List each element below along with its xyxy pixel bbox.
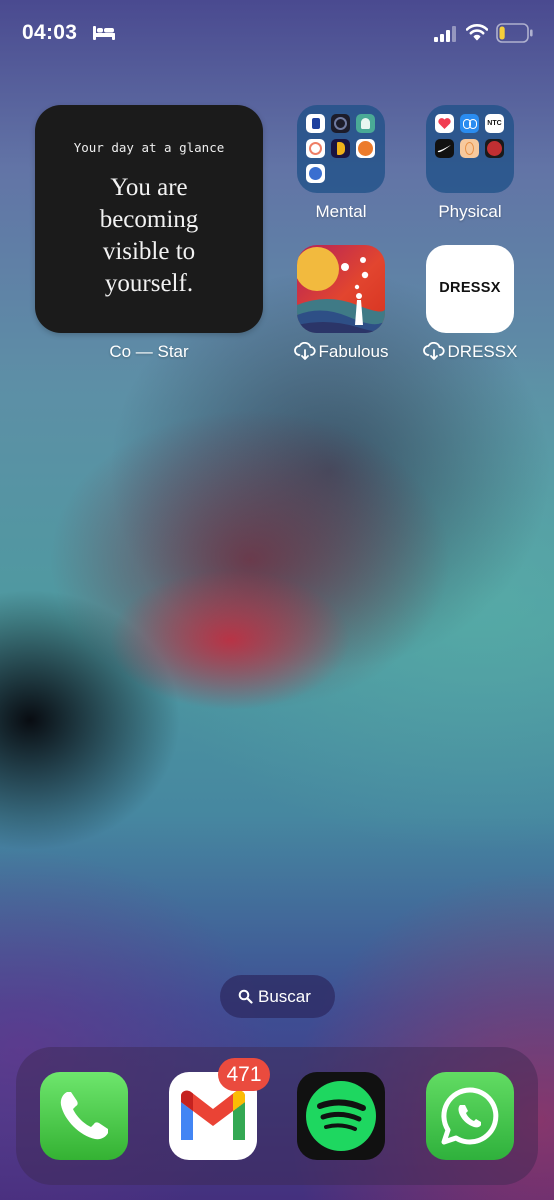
status-bar: 04:03 bbox=[0, 0, 554, 66]
dressx-label: DRESSX bbox=[400, 342, 540, 362]
dock-app-phone[interactable] bbox=[40, 1072, 128, 1160]
gmail-badge: 471 bbox=[218, 1058, 270, 1091]
widget-quote: You are becoming visible to yourself. bbox=[55, 172, 243, 300]
cloud-download-icon bbox=[422, 342, 445, 360]
dressx-label-text: DRESSX bbox=[447, 342, 518, 361]
dock-app-spotify[interactable] bbox=[297, 1072, 385, 1160]
mini-app-icon: NTC bbox=[485, 114, 504, 133]
mini-app-icon bbox=[356, 139, 375, 158]
phone-icon bbox=[60, 1092, 108, 1140]
status-time: 04:03 bbox=[22, 21, 78, 44]
mini-app-icon bbox=[460, 139, 479, 158]
battery-level-fill bbox=[499, 26, 505, 40]
quote-line: visible to bbox=[102, 238, 196, 265]
folder-mental[interactable] bbox=[297, 105, 385, 193]
dock-app-whatsapp[interactable] bbox=[426, 1072, 514, 1160]
dressx-wordmark: DRESSX bbox=[439, 280, 501, 296]
cloud-download-icon bbox=[293, 342, 316, 360]
app-fabulous[interactable] bbox=[297, 245, 385, 333]
mini-app-icon bbox=[485, 139, 504, 158]
quote-line: yourself. bbox=[104, 270, 194, 297]
spotlight-search-button[interactable]: Buscar bbox=[220, 975, 335, 1018]
app-dressx[interactable]: DRESSX bbox=[426, 245, 514, 333]
quote-line: You are bbox=[110, 174, 188, 201]
fabulous-label: Fabulous bbox=[271, 342, 411, 362]
spotify-icon bbox=[306, 1081, 376, 1151]
co-star-label: Co — Star bbox=[109, 342, 189, 361]
mini-app-icon bbox=[306, 164, 325, 183]
mini-app-icon bbox=[435, 139, 454, 158]
fabulous-label-text: Fabulous bbox=[318, 342, 389, 361]
search-label: Buscar bbox=[258, 987, 311, 1006]
folder-physical-label: Physical bbox=[438, 202, 502, 221]
mini-app-icon bbox=[306, 114, 325, 133]
mini-app-icon bbox=[460, 114, 479, 133]
widget-header: Your day at a glance bbox=[73, 140, 225, 155]
quote-line: becoming bbox=[99, 206, 199, 233]
co-star-widget[interactable]: Your day at a glance You are becoming vi… bbox=[35, 105, 263, 333]
folder-physical[interactable]: NTC bbox=[426, 105, 514, 193]
mini-app-icon bbox=[435, 114, 454, 133]
mini-app-icon bbox=[306, 139, 325, 158]
folder-mental-label: Mental bbox=[315, 202, 367, 221]
whatsapp-icon bbox=[441, 1087, 499, 1145]
mini-app-icon bbox=[356, 114, 375, 133]
wifi-icon bbox=[466, 24, 488, 41]
search-icon bbox=[238, 989, 253, 1004]
bed-icon bbox=[93, 26, 115, 40]
battery-low-icon bbox=[496, 23, 533, 43]
cellular-signal-icon bbox=[434, 26, 456, 42]
mini-app-icon bbox=[331, 114, 350, 133]
mini-app-icon bbox=[331, 139, 350, 158]
